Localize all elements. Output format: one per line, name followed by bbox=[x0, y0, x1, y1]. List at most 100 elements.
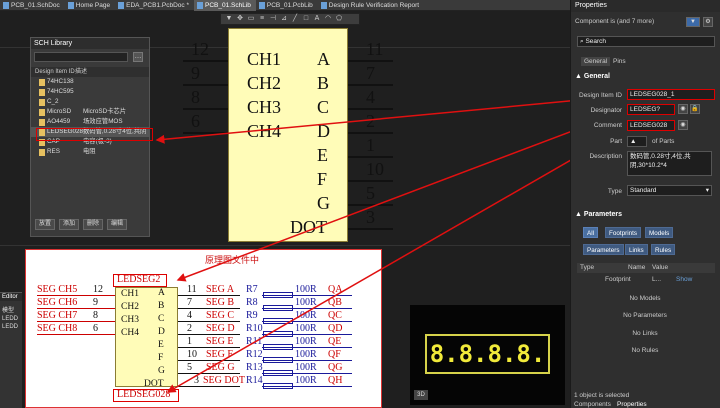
bottom-tab-properties[interactable]: Properties bbox=[617, 401, 647, 408]
pin-icon[interactable]: ⊣ bbox=[269, 15, 277, 23]
filter-parameters-button[interactable]: Parameters bbox=[583, 244, 624, 255]
annotation-title: 原理图文件中 bbox=[205, 255, 260, 265]
type-select[interactable]: Standard ▾ bbox=[627, 185, 712, 196]
folder-icon bbox=[39, 98, 45, 106]
eye-icon[interactable]: ◉ bbox=[678, 120, 688, 130]
part-stepper[interactable]: ▲ bbox=[627, 136, 647, 147]
annotation-wire bbox=[37, 321, 115, 322]
symbol-pin-name: D bbox=[317, 121, 330, 141]
symbol-pin-line bbox=[348, 60, 393, 62]
annotation-net-label: SEG CH5 bbox=[37, 284, 78, 295]
select-icon[interactable]: ▭ bbox=[247, 15, 255, 23]
tab-general[interactable]: General bbox=[581, 57, 611, 66]
parameters-section-header[interactable]: ▲ Parameters bbox=[570, 210, 720, 220]
filter-icon[interactable]: ▼ bbox=[686, 17, 700, 27]
settings-icon[interactable]: ⚙ bbox=[703, 17, 713, 27]
col-name[interactable]: Name bbox=[628, 264, 645, 271]
col-type[interactable]: Type bbox=[580, 264, 594, 271]
document-tab[interactable]: Home Page bbox=[65, 0, 115, 11]
annotation-pin-line bbox=[178, 360, 240, 361]
annotation-pin-name: CH4 bbox=[121, 328, 139, 338]
item-id: 74HC595 bbox=[47, 88, 74, 95]
symbol-pin-line bbox=[348, 156, 393, 158]
symbol-pin-line bbox=[348, 108, 393, 110]
symbol-pin-number: 11 bbox=[366, 39, 384, 59]
filter-rules-button[interactable]: Rules bbox=[651, 244, 676, 255]
document-tab[interactable]: PCB_01.SchLib bbox=[193, 0, 256, 11]
library-button[interactable]: 添加 bbox=[59, 219, 80, 230]
library-search-input[interactable] bbox=[34, 52, 128, 62]
line-icon[interactable]: ╱ bbox=[291, 15, 299, 23]
symbol-pin-name: E bbox=[317, 145, 328, 165]
document-tab[interactable]: PCB_01.PcbLib bbox=[256, 0, 318, 11]
properties-search-input[interactable]: ⌕ Search bbox=[577, 36, 715, 47]
symbol-pin-number: 6 bbox=[191, 111, 200, 131]
document-tab[interactable]: PCB_01.SchDoc bbox=[0, 0, 65, 11]
parameters-table-header bbox=[577, 263, 715, 273]
library-button[interactable]: 编辑 bbox=[107, 219, 128, 230]
ieee-icon[interactable]: ⊿ bbox=[280, 15, 288, 23]
library-item[interactable]: MicroSD MicroSD卡芯片 bbox=[31, 107, 149, 117]
annotation-resistor-value: 100R bbox=[295, 297, 317, 308]
library-table-header: Design Item ID 描述 bbox=[31, 67, 149, 77]
library-buttons: 放置 添加 删除 编辑 bbox=[35, 219, 128, 230]
comment-label: Comment bbox=[593, 122, 622, 129]
footprint-row-type[interactable]: Footprint bbox=[605, 276, 631, 283]
lock-icon[interactable]: 🔒 bbox=[690, 104, 700, 114]
annotation-output-net: QH bbox=[328, 375, 343, 386]
annotation-resistor-ref: R7 bbox=[246, 284, 258, 295]
symbol-pin-number: 10 bbox=[366, 159, 384, 179]
document-tab[interactable]: EDA_PCB1.PcbDoc * bbox=[115, 0, 194, 11]
library-item[interactable]: RES 电阻 bbox=[31, 147, 149, 157]
filter-all-button[interactable]: All bbox=[583, 227, 598, 238]
library-search-button[interactable]: … bbox=[132, 52, 143, 62]
footprint-row-name[interactable]: L... bbox=[652, 276, 661, 283]
editor-panel: Editor 模型 LEDD LEDD bbox=[0, 292, 22, 408]
designator-field[interactable]: LEDSEG? bbox=[627, 104, 675, 115]
component-symbol-body[interactable] bbox=[228, 28, 348, 242]
document-tab[interactable]: Design Rule Verification Report bbox=[318, 0, 424, 11]
col-description[interactable]: 描述 bbox=[75, 67, 87, 77]
rect-icon[interactable]: □ bbox=[302, 15, 310, 23]
col-value[interactable]: Value bbox=[652, 264, 668, 271]
library-button[interactable]: 删除 bbox=[83, 219, 104, 230]
filter-icon[interactable]: ▼ bbox=[225, 15, 233, 23]
library-item[interactable]: 74HC138 bbox=[31, 77, 149, 87]
annotation-resistor-ref: R10 bbox=[246, 323, 263, 334]
no-parameters-text: No Parameters bbox=[623, 312, 667, 319]
annotation-net-label: SEG G bbox=[206, 362, 235, 373]
tab-pins[interactable]: Pins bbox=[610, 57, 629, 66]
filter-links-button[interactable]: Links bbox=[625, 244, 648, 255]
text-icon[interactable]: A bbox=[313, 15, 321, 23]
annotation-resistor-value: 100R bbox=[295, 323, 317, 334]
annotation-pin-line bbox=[178, 347, 240, 348]
symbol-pin-line bbox=[183, 108, 228, 110]
library-button[interactable]: 放置 bbox=[35, 219, 56, 230]
editor-item[interactable]: LEDD bbox=[0, 322, 22, 330]
align-icon[interactable]: ≡ bbox=[258, 15, 266, 23]
library-item[interactable]: 74HC595 bbox=[31, 87, 149, 97]
eye-icon[interactable]: ◉ bbox=[678, 104, 688, 114]
editor-item[interactable]: LEDD bbox=[0, 314, 22, 322]
footprint-show-link[interactable]: Show bbox=[676, 276, 692, 283]
symbol-pin-number: 9 bbox=[191, 63, 200, 83]
comment-field[interactable]: LEDSEG028 bbox=[627, 120, 675, 131]
move-icon[interactable]: ✥ bbox=[236, 15, 244, 23]
editor-title: Editor bbox=[0, 293, 22, 301]
description-field[interactable]: 数码管,0.28寸,4位,共阴,30*10.2*4 bbox=[627, 151, 712, 176]
arc-icon[interactable]: ◠ bbox=[324, 15, 332, 23]
general-section-header[interactable]: ▲ General bbox=[570, 72, 720, 82]
design-item-id-field[interactable]: LEDSEG028_1 bbox=[627, 89, 715, 100]
bottom-tab-components[interactable]: Components bbox=[574, 401, 611, 408]
annotation-resistor-ref: R13 bbox=[246, 362, 263, 373]
annotation-pin-name: DOT bbox=[144, 379, 164, 389]
polygon-icon[interactable]: ⬠ bbox=[335, 15, 343, 23]
filter-footprints-button[interactable]: Footprints bbox=[605, 227, 641, 238]
col-design-item-id[interactable]: Design Item ID bbox=[35, 67, 75, 77]
3d-mode-tag[interactable]: 3D bbox=[414, 390, 428, 400]
annotation-pin-number: 1 bbox=[187, 336, 192, 347]
library-item[interactable]: AO4459 场效应管MOS bbox=[31, 117, 149, 127]
annotation-pin-line bbox=[178, 373, 240, 374]
library-item[interactable]: C_2 bbox=[31, 97, 149, 107]
filter-models-button[interactable]: Models bbox=[645, 227, 674, 238]
